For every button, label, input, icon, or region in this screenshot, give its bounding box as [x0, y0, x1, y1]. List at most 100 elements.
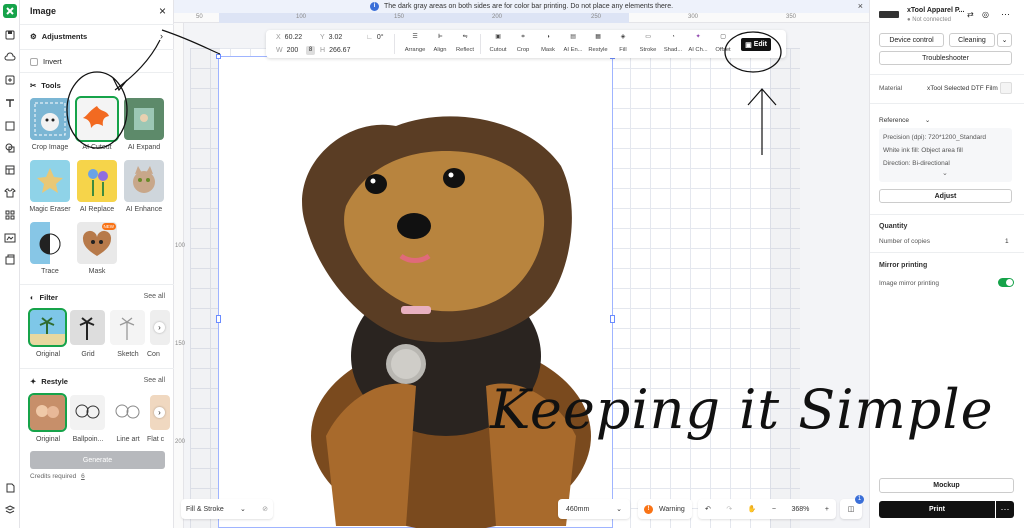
tool-ai-enhance[interactable] [124, 160, 164, 202]
cutout-icon: ▣ [495, 34, 501, 40]
close-banner-icon[interactable]: × [858, 1, 863, 11]
device-status: ● Not connected [907, 17, 951, 23]
cleaning-dropdown[interactable]: ⌄ [997, 33, 1012, 47]
tool-ai-expand[interactable] [124, 98, 164, 140]
ai-enhance-button[interactable]: ▤ AI En... [559, 34, 587, 53]
print-more-icon[interactable]: ⋯ [996, 501, 1014, 518]
zoom-level[interactable]: 368% [792, 506, 810, 513]
cutout-button[interactable]: ▣ Cutout [484, 34, 512, 53]
cleaning-button[interactable]: Cleaning [949, 33, 995, 47]
zoom-out-icon[interactable]: − [772, 506, 776, 513]
copies-input[interactable]: 1 [1005, 238, 1009, 245]
chevron-right-icon[interactable]: › [160, 31, 163, 41]
export-icon[interactable] [3, 481, 17, 495]
app-logo-icon[interactable] [3, 4, 17, 18]
layers-count-button[interactable]: ◫ 1 [840, 495, 864, 519]
warning-indicator[interactable]: ! Warning [638, 499, 692, 519]
reflect-button[interactable]: ⇋ Reflect [451, 34, 479, 53]
text-icon[interactable] [3, 96, 17, 110]
filter-see-all-link[interactable]: See all [144, 293, 165, 300]
chevron-down-icon[interactable]: ⌄ [942, 169, 948, 177]
offset-button[interactable]: ▢ Offset [709, 34, 737, 53]
invert-checkbox[interactable] [30, 57, 38, 66]
crop-button[interactable]: ⌗ Crop [509, 34, 537, 53]
filter-sketch[interactable] [110, 310, 145, 345]
tool-mask[interactable]: NEW [77, 222, 117, 264]
stroke-icon: ▭ [645, 34, 651, 40]
restyle-next-icon[interactable]: › [154, 407, 165, 418]
device-name[interactable]: xTool Apparel P... [907, 7, 964, 14]
shadow-button[interactable]: ◔ Shad... [659, 34, 687, 53]
restyle-button[interactable]: ▦ Restyle [584, 34, 612, 53]
align-button[interactable]: ⊫ Align [426, 34, 454, 53]
ruler-tick: 100 [296, 14, 307, 20]
width-field[interactable]: W 200 [276, 47, 298, 54]
ruler-tick: 150 [175, 341, 186, 347]
save-icon[interactable] [3, 28, 17, 42]
mask-button[interactable]: ◑ Mask [534, 34, 562, 53]
lock-ratio-icon[interactable]: 8 [306, 46, 315, 55]
chevron-down-icon: ⌄ [616, 506, 622, 513]
tools-heading: ✂ Tools [30, 81, 61, 90]
height-field[interactable]: H 266.67 [320, 47, 350, 54]
tool-magic-eraser[interactable] [30, 160, 70, 202]
template-icon[interactable] [3, 163, 17, 177]
more-icon[interactable]: ⋯ [1001, 9, 1010, 20]
credits-required: Credits required 6 [30, 473, 85, 480]
adjust-button[interactable]: Adjust [879, 189, 1012, 203]
fill-stroke-dropdown[interactable]: Fill & Stroke ⌄ ⊘ [181, 499, 273, 519]
dog-image[interactable] [286, 106, 616, 528]
cloud-icon[interactable] [3, 50, 17, 64]
add-icon[interactable] [3, 73, 17, 87]
offset-icon: ▢ [720, 34, 726, 40]
filter-original[interactable] [28, 308, 67, 347]
material-value[interactable]: xTool Selected DTF Film [927, 85, 998, 92]
filter-next-icon[interactable]: › [154, 322, 165, 333]
restyle-ballpoint[interactable] [70, 395, 105, 430]
x-field[interactable]: X 60.22 [276, 34, 302, 41]
tool-ai-replace[interactable] [77, 160, 117, 202]
ai-change-button[interactable]: ✦ AI Ch... [684, 34, 712, 53]
tool-crop-image[interactable] [30, 98, 70, 140]
apps-icon[interactable] [3, 208, 17, 222]
mirror-label: Image mirror printing [879, 280, 939, 287]
layers-icon[interactable] [3, 503, 17, 517]
edit-button[interactable]: ▣ Edit [741, 38, 771, 51]
print-button[interactable]: Print [879, 501, 995, 518]
rotation-field[interactable]: ∟ 0° [366, 34, 384, 41]
elements-icon[interactable] [3, 141, 17, 155]
restyle-see-all-link[interactable]: See all [144, 377, 165, 384]
tool-trace[interactable] [30, 222, 70, 264]
close-icon[interactable]: × [159, 4, 166, 18]
size-dropdown[interactable]: 460mm ⌄ [558, 499, 630, 519]
adjustments-row[interactable]: ⚙ Adjustments [30, 32, 87, 41]
shirt-icon[interactable] [3, 186, 17, 200]
invert-checkbox-row[interactable]: Invert [30, 57, 62, 66]
tool-ai-cutout[interactable] [75, 96, 119, 142]
mockup-button[interactable]: Mockup [879, 478, 1014, 493]
mirror-toggle[interactable] [998, 278, 1014, 287]
y-field[interactable]: Y 3.02 [320, 34, 342, 41]
arrange-button[interactable]: ☰ Arrange [401, 34, 429, 53]
restyle-original[interactable] [28, 393, 67, 432]
reference-dropdown[interactable]: Reference ⌄ [879, 116, 930, 124]
stroke-button[interactable]: ▭ Stroke [634, 34, 662, 53]
target-icon[interactable]: ◎ [982, 10, 989, 19]
switch-device-icon[interactable]: ⇄ [967, 10, 974, 19]
material-swatch[interactable] [1000, 82, 1012, 94]
troubleshooter-button[interactable]: Troubleshooter [879, 51, 1012, 65]
generate-button[interactable]: Generate [30, 451, 165, 469]
fill-button[interactable]: ◈ Fill [609, 34, 637, 53]
restyle-label: Flat c [147, 436, 165, 443]
zoom-in-icon[interactable]: + [825, 506, 829, 513]
restyle-line-art[interactable] [110, 395, 145, 430]
hand-icon[interactable]: ✋ [748, 505, 757, 513]
tool-label: Magic Eraser [29, 206, 71, 213]
device-control-button[interactable]: Device control [879, 33, 944, 47]
gallery-icon[interactable] [3, 253, 17, 267]
filter-grid[interactable] [70, 310, 105, 345]
ai-image-icon[interactable] [3, 231, 17, 245]
redo-icon[interactable]: ↷ [726, 505, 732, 513]
undo-icon[interactable]: ↶ [705, 505, 711, 513]
shape-icon[interactable] [3, 119, 17, 133]
